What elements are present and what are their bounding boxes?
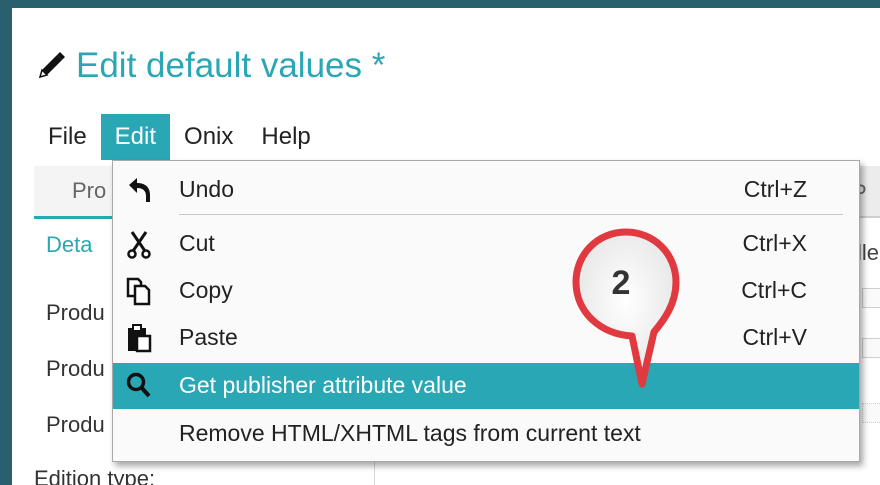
menu-bar: File Edit Onix Help (34, 114, 325, 160)
menu-edit[interactable]: Edit (100, 114, 171, 160)
step-callout: 2 (572, 228, 680, 388)
shortcut-label: Ctrl+V (742, 324, 807, 350)
field-input[interactable] (862, 403, 880, 423)
page-title: Edit default values * (76, 46, 386, 85)
menu-item-remove-html-tags[interactable]: Remove HTML/XHTML tags from current text (113, 411, 859, 457)
menu-item-get-publisher-attribute[interactable]: Get publisher attribute value (113, 363, 859, 409)
search-icon (126, 372, 151, 398)
menu-item-cut[interactable]: Cut Ctrl+X (113, 221, 859, 267)
tab-product-label: Pro (72, 178, 107, 203)
subtab-right-partial[interactable]: lle (857, 240, 879, 266)
window-title: Edit default values * (34, 46, 385, 86)
edition-type-label: Edition type: (34, 466, 156, 485)
cut-icon (127, 231, 151, 259)
paste-icon (128, 324, 152, 353)
shortcut-label: Ctrl+C (741, 277, 807, 303)
field-label: Produ (46, 356, 105, 381)
menu-item-label: Paste (179, 324, 238, 350)
field-label: Produ (46, 300, 105, 325)
menu-item-paste[interactable]: Paste Ctrl+V (113, 315, 859, 361)
menu-item-copy[interactable]: Copy Ctrl+C (113, 268, 859, 314)
menu-item-label: Copy (179, 277, 233, 303)
menu-item-undo[interactable]: Undo Ctrl+Z (113, 167, 859, 213)
menu-help[interactable]: Help (247, 114, 324, 160)
menu-onix[interactable]: Onix (170, 114, 247, 160)
field-input[interactable] (862, 338, 880, 358)
menu-item-label: Remove HTML/XHTML tags from current text (179, 420, 641, 446)
menu-item-label: Get publisher attribute value (179, 372, 467, 398)
edit-dropdown-menu: Undo Ctrl+Z Cut Ctrl+X Copy Ctrl+C Paste… (112, 160, 860, 462)
tab-product[interactable]: Pro (34, 166, 124, 219)
copy-icon (126, 277, 151, 306)
menu-item-label: Cut (179, 230, 215, 256)
menu-separator (179, 214, 843, 215)
shortcut-label: Ctrl+Z (743, 176, 807, 202)
callout-number: 2 (612, 264, 631, 302)
undo-icon (129, 178, 150, 202)
menu-file[interactable]: File (34, 114, 101, 160)
pencil-icon (38, 52, 65, 79)
field-label: Produ (46, 412, 105, 437)
shortcut-label: Ctrl+X (742, 230, 807, 256)
field-input[interactable] (862, 288, 880, 308)
subtab-details[interactable]: Deta (46, 232, 92, 258)
menu-item-label: Undo (179, 176, 234, 202)
